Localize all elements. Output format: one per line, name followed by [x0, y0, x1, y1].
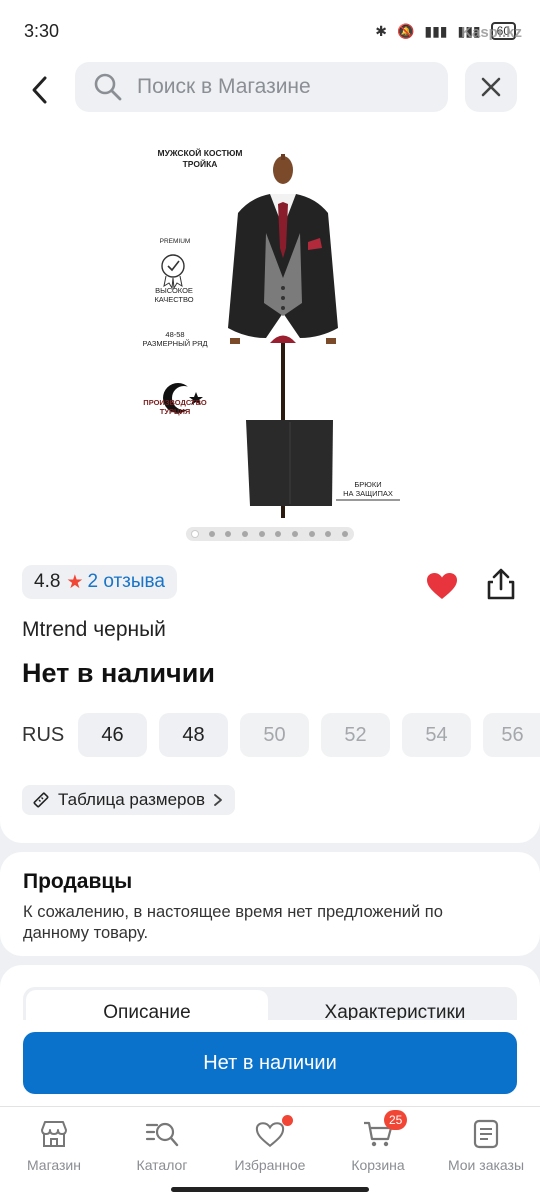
size-chip-48[interactable]: 48 [159, 713, 228, 757]
image-pagination [186, 527, 354, 541]
sizes-range: 48-58 [165, 330, 185, 339]
rating-badge[interactable]: 4.8 ★ 2 отзыва [22, 565, 177, 599]
pagination-dot[interactable] [325, 531, 332, 537]
back-button[interactable] [14, 64, 66, 116]
search-icon [94, 73, 122, 101]
status-time: 3:30 [24, 20, 60, 41]
nav-label-orders: Мои заказы [447, 1157, 525, 1173]
star-icon: ★ [66, 571, 84, 593]
size-table-label: Таблица размеров [58, 790, 205, 809]
pagination-dot[interactable] [208, 531, 215, 537]
bottom-nav: Магазин Каталог Избранное 25 Корзина Мои… [0, 1106, 540, 1200]
product-card: МУЖСКОЙ КОСТЮМ ТРОЙКА PREMIUM ВЫСОКОЕ КА… [0, 118, 540, 843]
watermark: Kaspi.kz [461, 24, 522, 41]
pagination-dot[interactable] [341, 531, 348, 537]
pagination-dot[interactable] [275, 531, 282, 537]
nav-label-favorites: Избранное [234, 1157, 306, 1173]
close-button[interactable] [465, 62, 517, 112]
quality-line2: КАЧЕСТВО [154, 295, 194, 305]
pagination-dot[interactable] [192, 531, 198, 537]
chevron-left-icon [32, 76, 47, 104]
reviews-link[interactable]: 2 отзыва [87, 571, 165, 593]
top-bar: Поиск в Магазине [0, 62, 540, 118]
nav-label-cart: Корзина [351, 1157, 405, 1173]
share-button[interactable] [481, 564, 521, 604]
pagination-dot[interactable] [225, 531, 232, 537]
home-indicator [171, 1187, 369, 1192]
heart-icon [427, 573, 457, 599]
nav-label-shop: Магазин [26, 1157, 81, 1173]
catalog-search-icon [145, 1117, 179, 1151]
cart-badge: 25 [384, 1110, 408, 1130]
status-bar: 3:30 ✱ 🔕 ▮▮▮ ▮▮▮ 60 Kaspi.kz [0, 0, 540, 62]
nav-item-orders[interactable]: Мои заказы [432, 1107, 540, 1200]
sellers-title: Продавцы [23, 870, 133, 893]
ruler-icon [32, 791, 50, 809]
size-chip-52[interactable]: 52 [321, 713, 390, 757]
pagination-dot[interactable] [241, 531, 248, 537]
mute-icon: 🔕 [396, 22, 415, 39]
cta-bar: Нет в наличии [0, 1020, 540, 1106]
favorites-dot [282, 1115, 293, 1126]
size-chip-56[interactable]: 56 [483, 713, 540, 757]
product-image[interactable]: МУЖСКОЙ КОСТЮМ ТРОЙКА PREMIUM ВЫСОКОЕ КА… [120, 138, 420, 528]
size-selector: RUS 46 48 50 52 54 56 [22, 713, 540, 757]
image-title-line1: МУЖСКОЙ КОСТЮМ [157, 148, 243, 158]
product-title: Mtrend черный [22, 618, 166, 641]
production-line1: ПРОИЗВОДСТВО [143, 398, 207, 407]
size-chip-46[interactable]: 46 [78, 713, 147, 757]
pants-line2: НА ЗАЩИПАХ [343, 489, 393, 499]
availability-status: Нет в наличии [22, 658, 215, 688]
size-table-button[interactable]: Таблица размеров [22, 785, 235, 815]
nav-label-catalog: Каталог [136, 1157, 188, 1173]
share-icon [487, 568, 515, 600]
nav-item-shop[interactable]: Магазин [0, 1107, 108, 1200]
pants-line1: БРЮКИ [354, 480, 382, 489]
rating-score: 4.8 [34, 571, 61, 592]
out-of-stock-button[interactable]: Нет в наличии [23, 1032, 517, 1094]
size-chip-50[interactable]: 50 [240, 713, 309, 757]
image-title-line2: ТРОЙКА [182, 159, 218, 170]
premium-label: PREMIUM [159, 238, 191, 245]
close-icon [481, 77, 501, 97]
pagination-dot[interactable] [291, 531, 298, 537]
pagination-dot[interactable] [258, 531, 265, 537]
info-tabs-card: Описание Характеристики [0, 965, 540, 1025]
favorite-button[interactable] [422, 566, 462, 606]
chevron-right-icon [213, 793, 223, 807]
pagination-dot[interactable] [308, 531, 315, 537]
bluetooth-icon: ✱ [375, 22, 387, 39]
signal-icon: ▮▮▮ [424, 22, 448, 39]
search-input[interactable]: Поиск в Магазине [75, 62, 448, 112]
search-placeholder: Поиск в Магазине [137, 75, 311, 98]
quality-line1: ВЫСОКОЕ [155, 286, 193, 295]
sizes-range-label: РАЗМЕРНЫЙ РЯД [142, 339, 208, 349]
shop-icon [37, 1117, 71, 1151]
sellers-card: Продавцы К сожалению, в настоящее время … [0, 852, 540, 956]
size-chip-54[interactable]: 54 [402, 713, 471, 757]
sellers-message: К сожалению, в настоящее время нет предл… [23, 903, 443, 943]
orders-icon [469, 1117, 503, 1151]
production-line2: ТУРЦИЯ [159, 407, 191, 417]
size-system-label: RUS [22, 723, 65, 746]
